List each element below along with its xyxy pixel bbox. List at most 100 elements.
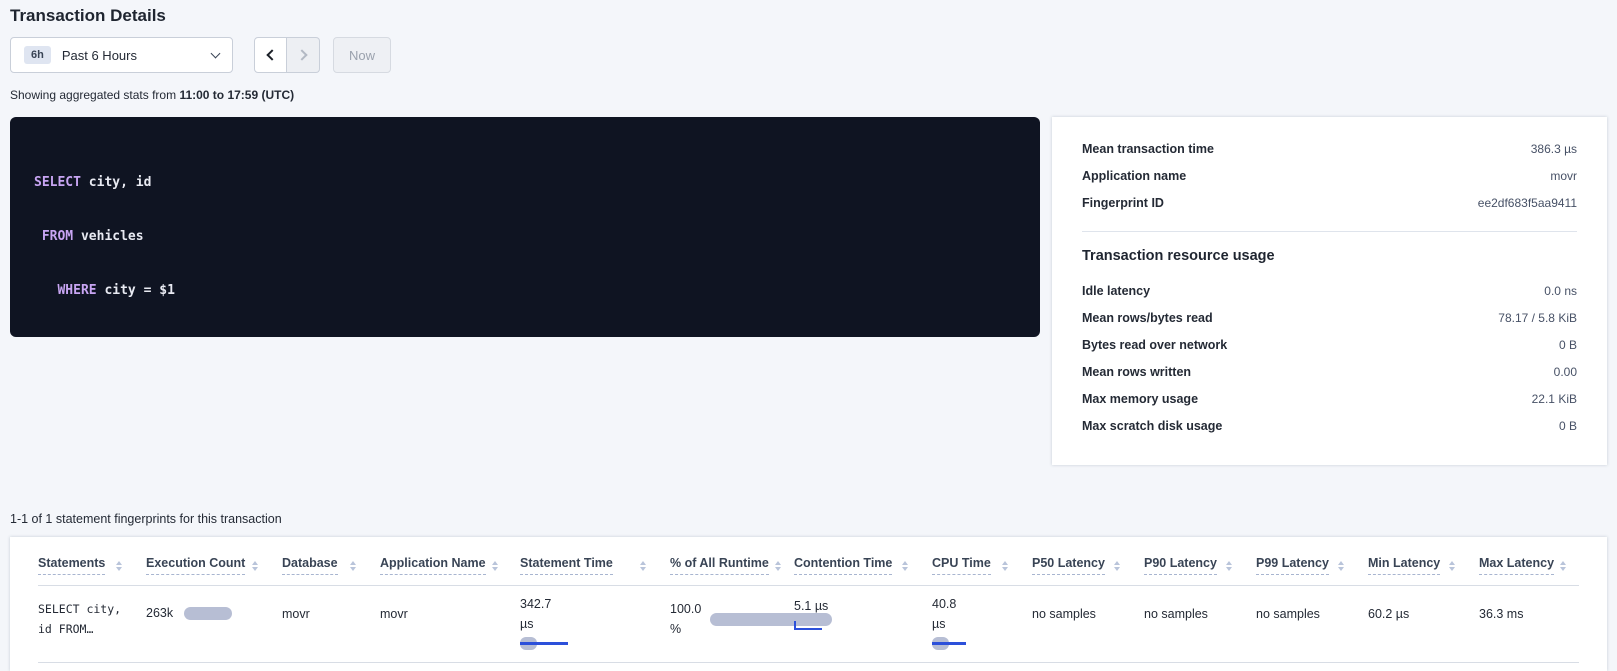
cpu-time-value: 40.8 bbox=[932, 594, 1032, 614]
statement-fingerprints-caption: 1-1 of 1 statement fingerprints for this… bbox=[10, 512, 1607, 526]
table-row: SELECT city,id FROM… 263k movr movr 342.… bbox=[38, 586, 1579, 663]
main-content-row: SELECT city, id FROM vehicles WHERE city… bbox=[10, 117, 1607, 465]
sql-keyword: FROM bbox=[42, 229, 73, 244]
percent-runtime-value: 100.0 bbox=[670, 599, 701, 619]
resource-label: Mean rows written bbox=[1082, 365, 1191, 379]
column-header-max-latency[interactable]: Max Latency bbox=[1479, 556, 1554, 575]
statement-link[interactable]: SELECT city,id FROM… bbox=[38, 586, 146, 639]
resource-label: Max scratch disk usage bbox=[1082, 419, 1222, 433]
time-controls: 6h Past 6 Hours Now bbox=[10, 37, 1607, 73]
resource-row-max-scratch-disk-usage: Max scratch disk usage 0 B bbox=[1082, 412, 1577, 439]
sort-icon[interactable] bbox=[640, 561, 646, 571]
sort-icon[interactable] bbox=[1449, 561, 1455, 571]
resource-value: 0 B bbox=[1559, 338, 1577, 352]
time-nav-group bbox=[254, 37, 320, 73]
execution-count-value: 263k bbox=[146, 606, 173, 620]
transaction-summary-card: Mean transaction time 386.3 µs Applicati… bbox=[1052, 117, 1607, 465]
time-range-badge: 6h bbox=[24, 46, 51, 64]
summary-divider bbox=[1082, 231, 1577, 232]
chevron-down-icon bbox=[211, 48, 221, 58]
summary-value: ee2df683f5aa9411 bbox=[1478, 196, 1577, 210]
sql-line: WHERE city = $1 bbox=[34, 282, 1016, 300]
summary-row-fingerprint-id: Fingerprint ID ee2df683f5aa9411 bbox=[1082, 189, 1577, 216]
sort-icon[interactable] bbox=[1114, 561, 1120, 571]
sort-icon[interactable] bbox=[902, 561, 908, 571]
chevron-left-icon bbox=[266, 49, 277, 60]
sort-icon[interactable] bbox=[116, 561, 122, 571]
min-latency-cell: 60.2 µs bbox=[1368, 586, 1479, 621]
cpu-time-cell: 40.8 µs bbox=[932, 586, 1032, 650]
aggregated-stats-caption: Showing aggregated stats from 11:00 to 1… bbox=[10, 88, 1607, 102]
resource-label: Mean rows/bytes read bbox=[1082, 311, 1213, 325]
next-interval-button[interactable] bbox=[287, 37, 320, 73]
application-name-cell: movr bbox=[380, 586, 520, 621]
sort-icon[interactable] bbox=[775, 561, 781, 571]
statements-table: Statements Execution Count Database Appl… bbox=[38, 539, 1579, 663]
sort-icon[interactable] bbox=[1226, 561, 1232, 571]
percent-runtime-cell: 100.0% bbox=[670, 586, 794, 639]
sort-icon[interactable] bbox=[1002, 561, 1008, 571]
summary-row-application-name: Application name movr bbox=[1082, 162, 1577, 189]
summary-label: Mean transaction time bbox=[1082, 142, 1214, 156]
resource-row-mean-rows-bytes-read: Mean rows/bytes read 78.17 / 5.8 KiB bbox=[1082, 304, 1577, 331]
page-title: Transaction Details bbox=[10, 6, 1607, 26]
sort-icon[interactable] bbox=[252, 561, 258, 571]
transaction-details-page: Transaction Details 6h Past 6 Hours Now … bbox=[0, 0, 1617, 671]
sort-icon[interactable] bbox=[1560, 561, 1566, 571]
sql-keyword: SELECT bbox=[34, 175, 81, 190]
column-header-application-name[interactable]: Application Name bbox=[380, 556, 486, 575]
previous-interval-button[interactable] bbox=[254, 37, 287, 73]
statement-time-value: 342.7 bbox=[520, 594, 670, 614]
statement-time-bar bbox=[520, 637, 670, 650]
sql-indent bbox=[34, 283, 57, 298]
sort-icon[interactable] bbox=[492, 561, 498, 571]
chevron-right-icon bbox=[296, 49, 307, 60]
column-header-p90-latency[interactable]: P90 Latency bbox=[1144, 556, 1217, 575]
resource-label: Bytes read over network bbox=[1082, 338, 1227, 352]
p99-latency-cell: no samples bbox=[1256, 586, 1368, 621]
statement-time-unit: µs bbox=[520, 614, 670, 634]
column-header-min-latency[interactable]: Min Latency bbox=[1368, 556, 1440, 575]
sql-keyword: WHERE bbox=[57, 283, 96, 298]
database-cell: movr bbox=[282, 586, 380, 621]
column-header-contention-time[interactable]: Contention Time bbox=[794, 556, 892, 575]
column-header-statement-time[interactable]: Statement Time bbox=[520, 556, 613, 575]
contention-time-value: 5.1 µs bbox=[794, 599, 932, 613]
sort-icon[interactable] bbox=[1338, 561, 1344, 571]
column-header-execution-count[interactable]: Execution Count bbox=[146, 556, 245, 575]
resource-label: Max memory usage bbox=[1082, 392, 1198, 406]
column-header-statements[interactable]: Statements bbox=[38, 556, 105, 575]
cpu-time-bar bbox=[932, 637, 1032, 650]
sort-icon[interactable] bbox=[350, 561, 356, 571]
column-header-p50-latency[interactable]: P50 Latency bbox=[1032, 556, 1105, 575]
resource-label: Idle latency bbox=[1082, 284, 1150, 298]
time-range-dropdown[interactable]: 6h Past 6 Hours bbox=[10, 37, 233, 73]
caption-prefix: Showing aggregated stats from bbox=[10, 88, 179, 102]
sql-text: city = $1 bbox=[97, 283, 175, 298]
table-header-row: Statements Execution Count Database Appl… bbox=[38, 539, 1579, 586]
contention-time-cell: 5.1 µs bbox=[794, 586, 932, 630]
summary-value: 386.3 µs bbox=[1531, 142, 1577, 156]
now-button[interactable]: Now bbox=[333, 37, 391, 73]
summary-label: Application name bbox=[1082, 169, 1186, 183]
column-header-percent-runtime[interactable]: % of All Runtime bbox=[670, 556, 769, 575]
sql-line: SELECT city, id bbox=[34, 174, 1016, 192]
resource-value: 0.00 bbox=[1554, 365, 1577, 379]
resource-usage-heading: Transaction resource usage bbox=[1082, 248, 1577, 264]
resource-row-idle-latency: Idle latency 0.0 ns bbox=[1082, 277, 1577, 304]
time-range-label: Past 6 Hours bbox=[62, 48, 201, 63]
max-latency-cell: 36.3 ms bbox=[1479, 586, 1579, 621]
sql-line: FROM vehicles bbox=[34, 228, 1016, 246]
resource-value: 0 B bbox=[1559, 419, 1577, 433]
statement-time-cell: 342.7 µs bbox=[520, 586, 670, 650]
resource-value: 22.1 KiB bbox=[1532, 392, 1577, 406]
summary-value: movr bbox=[1550, 169, 1577, 183]
execution-count-bar bbox=[184, 607, 232, 620]
resource-row-mean-rows-written: Mean rows written 0.00 bbox=[1082, 358, 1577, 385]
column-header-p99-latency[interactable]: P99 Latency bbox=[1256, 556, 1329, 575]
column-header-database[interactable]: Database bbox=[282, 556, 338, 575]
column-header-cpu-time[interactable]: CPU Time bbox=[932, 556, 991, 575]
p50-latency-cell: no samples bbox=[1032, 586, 1144, 621]
caption-range: 11:00 to 17:59 (UTC) bbox=[179, 88, 294, 102]
statements-table-card: Statements Execution Count Database Appl… bbox=[10, 537, 1607, 671]
